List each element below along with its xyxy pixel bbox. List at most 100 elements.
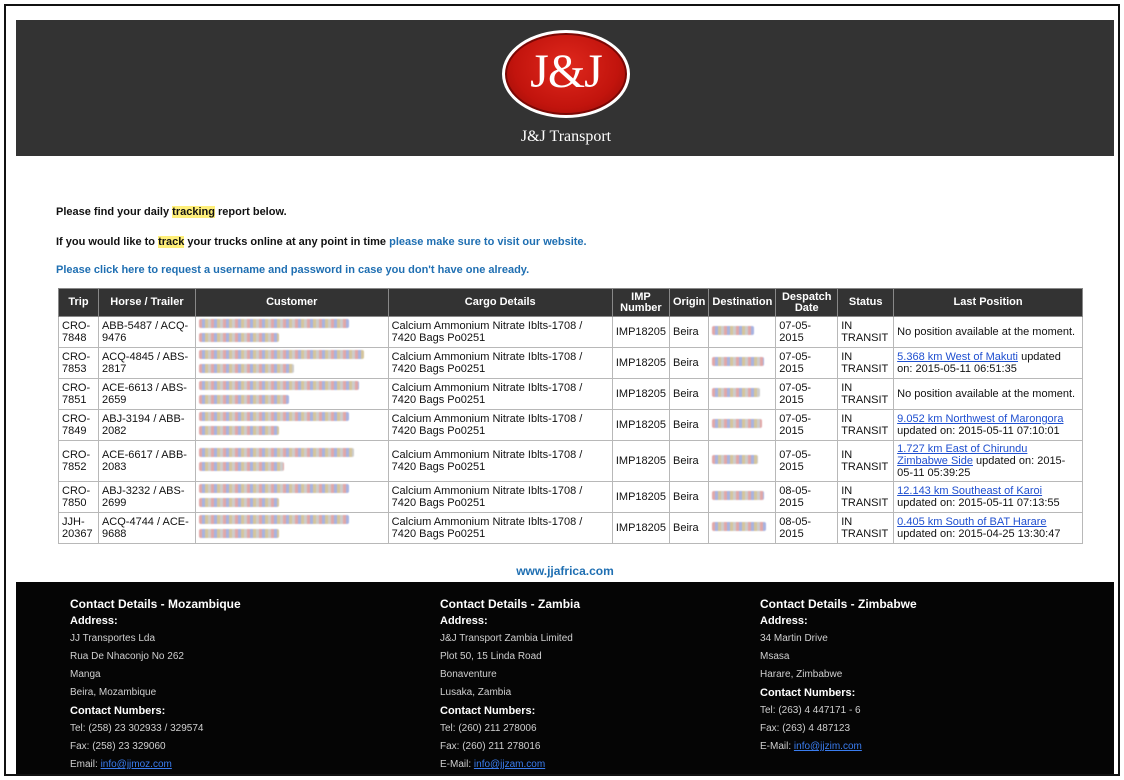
cell-horse-trailer: ACE-6613 / ABS-2659 <box>97 378 196 410</box>
cell-last-position: 9.052 km Northwest of Marongora updated … <box>893 409 1083 441</box>
cell-trip: CRO-7848 <box>58 316 99 348</box>
cell-imp-number: IMP18205 <box>611 440 671 482</box>
redacted-text <box>198 498 279 507</box>
email-link[interactable]: info@jjmoz.com <box>101 759 172 770</box>
highlight-track: track <box>158 236 185 248</box>
address-line: Bonaventure <box>440 669 497 680</box>
table-body: CRO-7848 ABB-5487 / ACQ-9476 Calcium Ammon… <box>58 316 1083 544</box>
redacted-text <box>712 455 759 464</box>
email-link[interactable]: info@jjzam.com <box>474 759 545 770</box>
address-label: Address: <box>440 615 488 627</box>
col-header-horse-trailer: Horse / Trailer <box>97 288 196 317</box>
website-link[interactable]: www.jjafrica.com <box>16 564 1114 578</box>
cell-customer-redacted <box>194 512 389 544</box>
col-header-customer: Customer <box>194 288 389 317</box>
redacted-text <box>712 357 765 366</box>
cell-trip: CRO-7851 <box>58 378 99 410</box>
request-credentials-link[interactable]: Please click here to request a username … <box>56 264 529 276</box>
cell-last-position: 5.368 km West of Makuti updated on: 2015… <box>893 347 1083 379</box>
cell-horse-trailer: ABJ-3232 / ABS-2699 <box>97 481 196 513</box>
col-header-status: Status <box>837 288 895 317</box>
intro-text: If you would like to <box>56 236 159 248</box>
cell-destination-redacted <box>708 347 777 379</box>
position-map-link[interactable]: 12.143 km Southeast of Karoi <box>897 485 1042 497</box>
cell-cargo: Calcium Ammonium Nitrate Iblts-1708 / 74… <box>387 378 613 410</box>
cell-customer-redacted <box>194 378 389 410</box>
col-header-trip: Trip <box>58 288 99 317</box>
redacted-text <box>712 419 763 428</box>
redacted-text <box>198 350 364 359</box>
cell-despatch-date: 08-05-2015 <box>775 512 839 544</box>
company-logo: J&J J&J Transport <box>502 30 630 150</box>
contact-numbers-label: Contact Numbers: <box>70 705 166 717</box>
contact-title: Contact Details - Zambia <box>440 597 581 611</box>
contact-zimbabwe: Contact Details - Zimbabwe Address: 34 M… <box>760 596 917 756</box>
cell-origin: Beira <box>668 316 710 348</box>
cell-despatch-date: 07-05-2015 <box>775 409 839 441</box>
redacted-text <box>198 319 349 328</box>
cell-status: IN TRANSIT <box>837 440 895 482</box>
redacted-text <box>712 388 761 397</box>
col-header-origin: Origin <box>668 288 710 317</box>
tel-number: Tel: (258) 23 302933 / 329574 <box>70 723 204 734</box>
redacted-text <box>198 381 359 390</box>
cell-cargo: Calcium Ammonium Nitrate Iblts-1708 / 74… <box>387 347 613 379</box>
address-line: JJ Transportes Lda <box>70 633 156 644</box>
position-map-link[interactable]: 5.368 km West of Makuti <box>897 351 1018 363</box>
cell-imp-number: IMP18205 <box>611 512 671 544</box>
logo-mark: J&J <box>530 45 603 98</box>
intro-text: Please find your daily <box>56 206 173 218</box>
cell-despatch-date: 07-05-2015 <box>775 316 839 348</box>
address-line: Beira, Mozambique <box>70 687 157 698</box>
intro-line-tracking: Please find your daily tracking report b… <box>56 206 287 218</box>
address-line: J&J Transport Zambia Limited <box>440 633 573 644</box>
cell-cargo: Calcium Ammonium Nitrate Iblts-1708 / 74… <box>387 512 613 544</box>
position-map-link[interactable]: 0.405 km South of BAT Harare <box>897 516 1046 528</box>
email-label: E-Mail: <box>760 741 794 752</box>
email-link[interactable]: info@jjzim.com <box>794 741 862 752</box>
cell-despatch-date: 07-05-2015 <box>775 347 839 379</box>
cell-trip: CRO-7849 <box>58 409 99 441</box>
tel-number: Tel: (260) 211 278006 <box>440 723 537 734</box>
cell-customer-redacted <box>194 481 389 513</box>
header-banner: J&J J&J Transport <box>16 20 1114 156</box>
cell-trip: CRO-7853 <box>58 347 99 379</box>
cell-imp-number: IMP18205 <box>611 347 671 379</box>
cell-imp-number: IMP18205 <box>611 378 671 410</box>
cell-origin: Beira <box>668 347 710 379</box>
screenshot-frame: J&J J&J Transport Please find your daily… <box>4 4 1120 776</box>
address-line: Harare, Zimbabwe <box>760 669 843 680</box>
table-header-row: Trip Horse / Trailer Customer Cargo Deta… <box>58 288 1083 317</box>
position-text: updated on: 2015-05-11 07:13:55 <box>897 497 1060 509</box>
position-map-link[interactable]: 9.052 km Northwest of Marongora <box>897 413 1063 425</box>
redacted-text <box>198 462 284 471</box>
redacted-text <box>198 333 279 342</box>
cell-status: IN TRANSIT <box>837 512 895 544</box>
contact-numbers-label: Contact Numbers: <box>760 687 856 699</box>
cell-despatch-date: 07-05-2015 <box>775 440 839 482</box>
redacted-text <box>198 412 349 421</box>
cell-last-position: No position available at the moment. <box>893 378 1083 410</box>
highlight-tracking: tracking <box>172 206 215 218</box>
address-line: Msasa <box>760 651 790 662</box>
cell-status: IN TRANSIT <box>837 347 895 379</box>
contact-zambia: Contact Details - Zambia Address: J&J Tr… <box>440 596 580 774</box>
col-header-despatch-date: Despatch Date <box>775 288 839 317</box>
col-header-destination: Destination <box>708 288 777 317</box>
contact-title: Contact Details - Zimbabwe <box>760 597 917 611</box>
cell-imp-number: IMP18205 <box>611 316 671 348</box>
cell-destination-redacted <box>708 512 777 544</box>
cell-destination-redacted <box>708 409 777 441</box>
cell-horse-trailer: ACQ-4845 / ABS-2817 <box>97 347 196 379</box>
redacted-text <box>198 448 354 457</box>
cell-despatch-date: 08-05-2015 <box>775 481 839 513</box>
visit-website-link[interactable]: please make sure to visit our website. <box>389 236 586 248</box>
contact-mozambique: Contact Details - Mozambique Address: JJ… <box>70 596 241 774</box>
cell-imp-number: IMP18205 <box>611 481 671 513</box>
position-text: No position available at the moment. <box>897 388 1076 400</box>
table-row: CRO-7852 ACE-6617 / ABB-2083 Calcium Ammon… <box>58 440 1083 482</box>
redacted-text <box>198 426 279 435</box>
address-line: Rua De Nhaconjo No 262 <box>70 651 184 662</box>
email-label: E-Mail: <box>440 759 474 770</box>
position-text: updated on: 2015-04-25 13:30:47 <box>897 528 1061 540</box>
